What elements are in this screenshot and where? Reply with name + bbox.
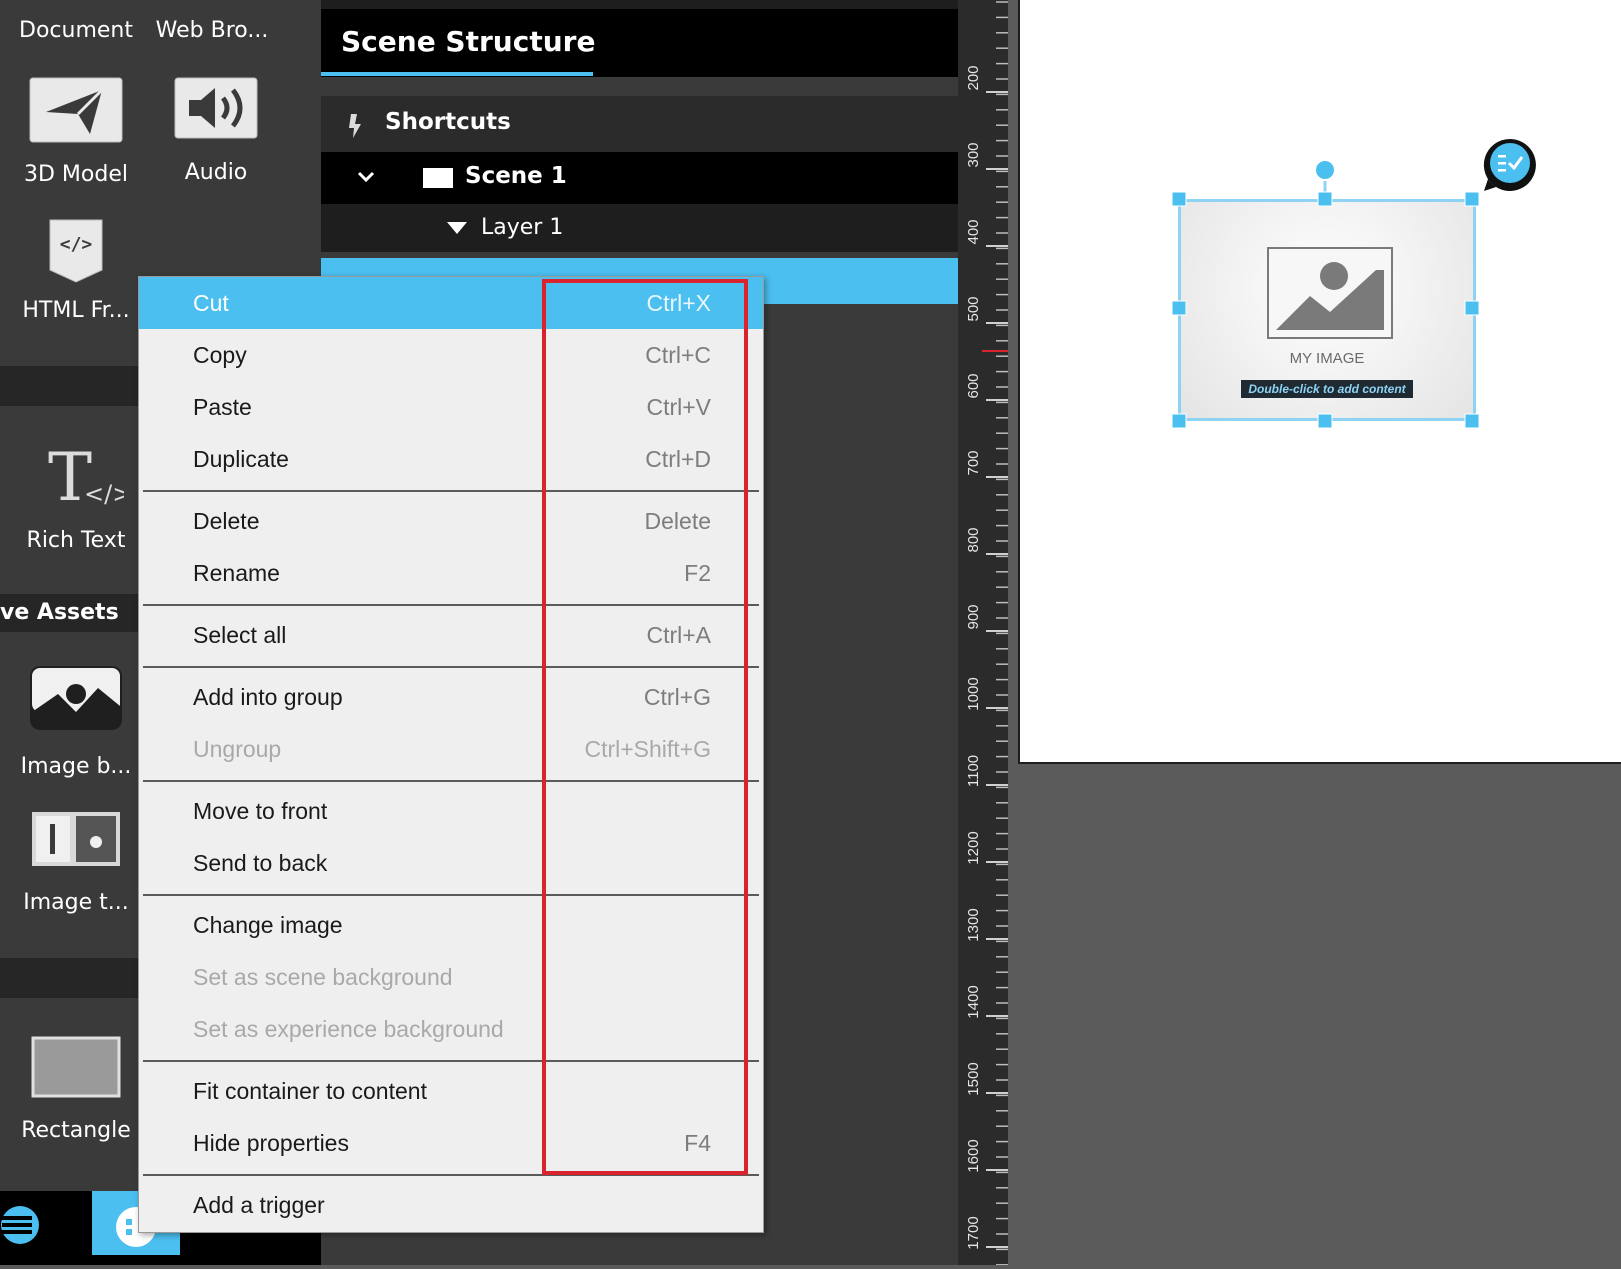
- menu-item-label: Cut: [193, 290, 229, 316]
- menu-item-label: Move to front: [193, 798, 328, 824]
- menu-item-label: Ungroup: [193, 736, 282, 762]
- section-title: ve Assets: [0, 594, 138, 632]
- resize-handle[interactable]: [1464, 191, 1480, 207]
- section-divider: [0, 366, 138, 406]
- rich-text-icon: T </>: [48, 439, 132, 516]
- asset-label: Rectangle: [21, 1118, 131, 1143]
- ruler-tick-label: 900: [965, 604, 982, 629]
- menu-item-add-trigger[interactable]: Add a trigger: [139, 1179, 763, 1231]
- ruler-tick-label: 1100: [965, 755, 982, 787]
- resize-handle[interactable]: [1464, 413, 1480, 429]
- asset-rectangle[interactable]: Rectangle: [6, 1036, 146, 1143]
- svg-text:</>: </>: [84, 480, 124, 508]
- ruler-tick-label: 800: [965, 527, 982, 552]
- panel-top-strip: [321, 0, 958, 9]
- menu-item-label: Change image: [193, 912, 343, 938]
- asset-label: 3D Model: [24, 162, 128, 187]
- asset-label: Document: [19, 18, 133, 43]
- menu-item-label: Paste: [193, 394, 252, 420]
- selection-handles: [1171, 159, 1480, 429]
- ruler-tick-label: 1300: [965, 908, 982, 941]
- menu-item-label: Rename: [193, 560, 280, 586]
- ruler-tick-label: 400: [965, 219, 982, 244]
- menu-item-label: Send to back: [193, 850, 328, 876]
- asset-label: Audio: [184, 160, 248, 185]
- rectangle-icon: [31, 1036, 121, 1098]
- asset-label: HTML Fr...: [22, 298, 130, 323]
- shortcuts-icon: [349, 114, 361, 138]
- asset-rich-text[interactable]: T </> Rich Text: [6, 439, 146, 553]
- section-divider: [0, 958, 138, 998]
- asset-image-background[interactable]: Image b...: [6, 664, 146, 779]
- svg-text:</>: </>: [60, 234, 93, 255]
- image-background-icon: [30, 666, 122, 730]
- scene-row[interactable]: Scene 1: [321, 152, 958, 204]
- chevron-down-icon[interactable]: [357, 170, 375, 184]
- shortcuts-row[interactable]: Shortcuts: [321, 96, 958, 152]
- menu-item-label: Delete: [193, 508, 260, 534]
- panel-header: Scene Structure: [321, 9, 958, 77]
- layer-label: Layer 1: [481, 215, 564, 240]
- asset-label: Web Bro...: [155, 18, 269, 43]
- scene-icon: [423, 168, 453, 188]
- menu-item-label: Add a trigger: [193, 1192, 325, 1218]
- audio-icon: [174, 77, 258, 139]
- menu-item-label: Set as experience background: [193, 1016, 504, 1042]
- context-menu: Cut Ctrl+X Copy Ctrl+C Paste Ctrl+V Duplica…: [138, 276, 764, 1233]
- asset-web-browser[interactable]: Web Bro...: [142, 18, 282, 43]
- asset-3d-model[interactable]: 3D Model: [6, 76, 146, 187]
- layer-row[interactable]: Layer 1: [321, 204, 958, 252]
- menu-icon[interactable]: [0, 1205, 40, 1245]
- menu-item-label: Set as scene background: [193, 964, 453, 990]
- ruler-tick-label: 700: [965, 450, 982, 475]
- ruler-tick-label: 500: [965, 296, 982, 321]
- shortcuts-label: Shortcuts: [385, 109, 511, 135]
- shortcut-column-highlight: [542, 279, 748, 1175]
- panel-title-underline: [321, 72, 593, 76]
- triangle-down-icon[interactable]: [447, 222, 467, 234]
- resize-handle[interactable]: [1317, 413, 1333, 429]
- resize-handle[interactable]: [1317, 191, 1333, 207]
- ruler-tick-label: 1600: [965, 1139, 982, 1172]
- ruler-tick-label: 600: [965, 373, 982, 398]
- asset-label: Image b...: [20, 754, 132, 779]
- panel-title: Scene Structure: [341, 25, 596, 58]
- asset-label: Rich Text: [26, 528, 126, 553]
- vertical-ruler: 200 300 400 500 600 700 800 900 1000 1100 1200 1300…: [958, 0, 1008, 1266]
- ruler-tick-label: 1000: [965, 677, 982, 710]
- asset-html-frame[interactable]: </> HTML Fr...: [6, 216, 146, 323]
- asset-document[interactable]: Document: [6, 18, 146, 43]
- resize-handle[interactable]: [1171, 191, 1187, 207]
- asset-image-text[interactable]: Image t...: [6, 810, 146, 915]
- checklist-badge-icon[interactable]: [1482, 137, 1538, 193]
- scene-label: Scene 1: [465, 163, 567, 189]
- menu-item-label: Hide properties: [193, 1130, 349, 1156]
- rotate-handle[interactable]: [1314, 159, 1336, 181]
- menu-item-label: Copy: [193, 342, 247, 368]
- ruler-tick-label: 1400: [965, 985, 982, 1018]
- ruler-tick-label: 1500: [965, 1062, 982, 1095]
- asset-audio[interactable]: Audio: [146, 76, 286, 185]
- resize-handle[interactable]: [1464, 300, 1480, 316]
- menu-item-label: Select all: [193, 622, 287, 648]
- asset-label: Image t...: [23, 890, 129, 915]
- ruler-tick-label: 1700: [965, 1216, 982, 1249]
- image-text-icon: [32, 812, 120, 866]
- menu-item-label: Duplicate: [193, 446, 289, 472]
- ruler-tick-label: 1200: [965, 831, 982, 864]
- ruler-tick-label: 200: [965, 65, 982, 90]
- html-frame-icon: </>: [49, 219, 103, 283]
- resize-handle[interactable]: [1171, 413, 1187, 429]
- menu-item-label: Add into group: [193, 684, 343, 710]
- ruler-tick-label: 300: [965, 142, 982, 167]
- resize-handle[interactable]: [1171, 300, 1187, 316]
- ruler-ticks: 200 300 400 500 600 700 800 900 1000 1100 1200 1300…: [965, 1, 1008, 1266]
- 3d-model-icon: [29, 77, 123, 143]
- menu-item-label: Fit container to content: [193, 1078, 427, 1104]
